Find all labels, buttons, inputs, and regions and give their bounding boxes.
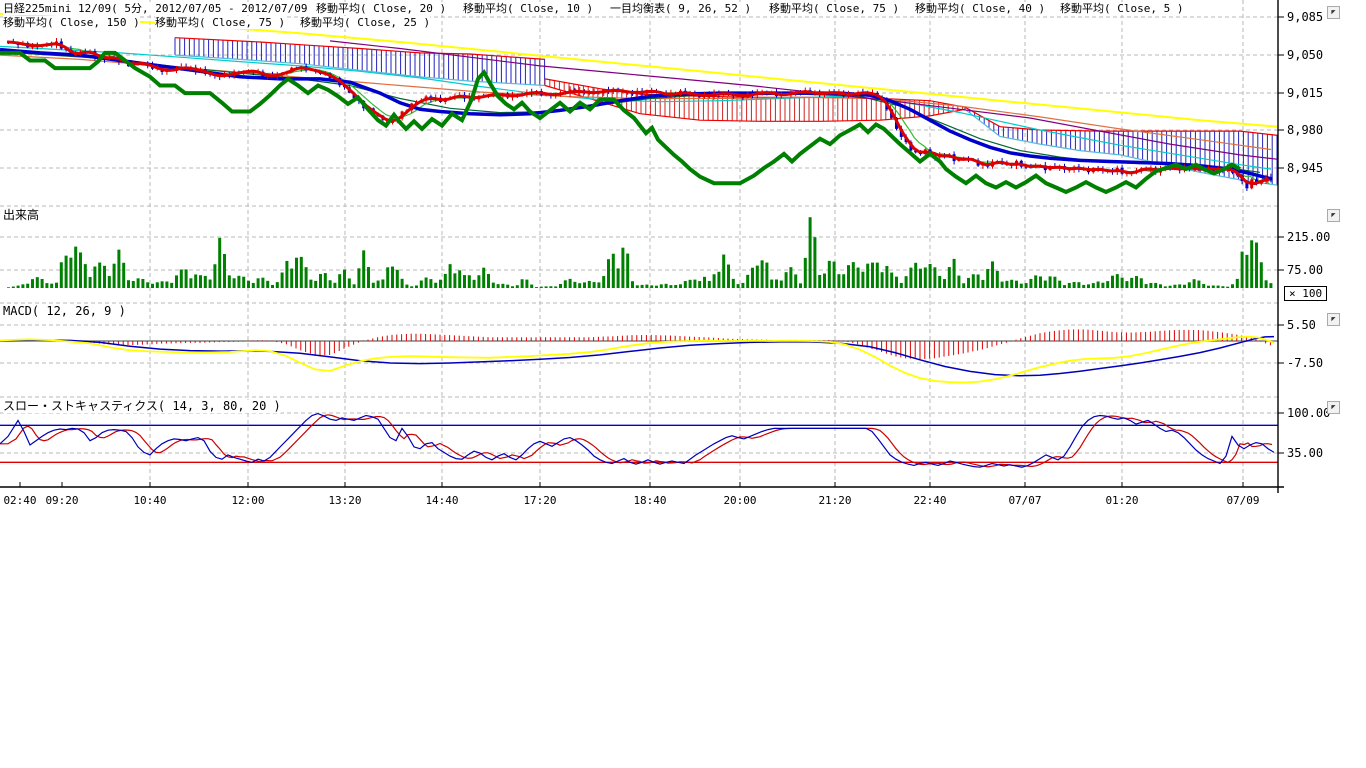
volume-multiplier-badge: × 100 — [1284, 286, 1327, 301]
time-axis-label: 20:00 — [720, 494, 760, 507]
legend-indicator-label: 移動平均( Close, 75 ) — [155, 16, 285, 29]
y-axis-label: 100.00 — [1287, 406, 1330, 420]
y-axis-label: 8,980 — [1287, 123, 1323, 137]
grid-layer — [0, 0, 1278, 487]
time-axis-label: 01:20 — [1102, 494, 1142, 507]
pane-scroll-icon[interactable]: ◤ — [1327, 209, 1340, 222]
volume-pane-label: 出来高 — [3, 209, 39, 222]
time-axis-label: 14:40 — [422, 494, 462, 507]
legend-indicator-label: 移動平均( Close, 20 ) — [316, 2, 446, 15]
axis-layer — [0, 0, 1284, 493]
legend-indicator-label: 移動平均( Close, 5 ) — [1060, 2, 1183, 15]
time-axis-label: 07/09 — [1223, 494, 1263, 507]
time-axis-label: 09:20 — [42, 494, 82, 507]
legend-indicator-label: 移動平均( Close, 150 ) — [3, 16, 140, 29]
stoch-pane-label: スロー・ストキャスティクス( 14, 3, 80, 20 ) — [3, 400, 281, 413]
y-axis-label: 9,085 — [1287, 10, 1323, 24]
volume-layer — [7, 217, 1272, 288]
time-axis-label: 21:20 — [815, 494, 855, 507]
time-axis-label: 10:40 — [130, 494, 170, 507]
y-axis-label: 35.00 — [1287, 446, 1323, 460]
legend-indicator-label: 移動平均( Close, 40 ) — [915, 2, 1045, 15]
time-axis-label: 07/07 — [1005, 494, 1045, 507]
pane-scroll-icon[interactable]: ◤ — [1327, 6, 1340, 19]
time-axis-label: 22:40 — [910, 494, 950, 507]
pane-scroll-icon[interactable]: ◤ — [1327, 401, 1340, 414]
y-axis-label: 5.50 — [1287, 318, 1316, 332]
time-axis-label: 18:40 — [630, 494, 670, 507]
legend-indicator-label: 移動平均( Close, 25 ) — [300, 16, 430, 29]
time-axis-label: 13:20 — [325, 494, 365, 507]
y-axis-label: 215.00 — [1287, 230, 1330, 244]
y-axis-label: 75.00 — [1287, 263, 1323, 277]
pane-scroll-icon[interactable]: ◤ — [1327, 313, 1340, 326]
legend-indicator-label: 移動平均( Close, 75 ) — [769, 2, 899, 15]
time-axis-label: 12:00 — [228, 494, 268, 507]
y-axis-label: 9,050 — [1287, 48, 1323, 62]
chart-window: 日経225mini 12/09( 5分, 2012/07/05 - 2012/0… — [0, 0, 1366, 768]
moving-average-layer — [0, 14, 1278, 184]
time-axis-label: 02:40 — [0, 494, 40, 507]
macd-layer — [0, 329, 1278, 382]
y-axis-label: 9,015 — [1287, 86, 1323, 100]
legend-indicator-label: 日経225mini 12/09( 5分, 2012/07/05 - 2012/0… — [3, 2, 321, 15]
y-axis-label: -7.50 — [1287, 356, 1323, 370]
legend-indicator-label: 移動平均( Close, 10 ) — [463, 2, 593, 15]
macd-pane-label: MACD( 12, 26, 9 ) — [3, 305, 126, 318]
time-axis-label: 17:20 — [520, 494, 560, 507]
legend-indicator-label: 一目均衡表( 9, 26, 52 ) — [610, 2, 751, 15]
stochastics-layer — [0, 414, 1278, 468]
y-axis-label: 8,945 — [1287, 161, 1323, 175]
price-chart-canvas[interactable] — [0, 0, 1366, 768]
